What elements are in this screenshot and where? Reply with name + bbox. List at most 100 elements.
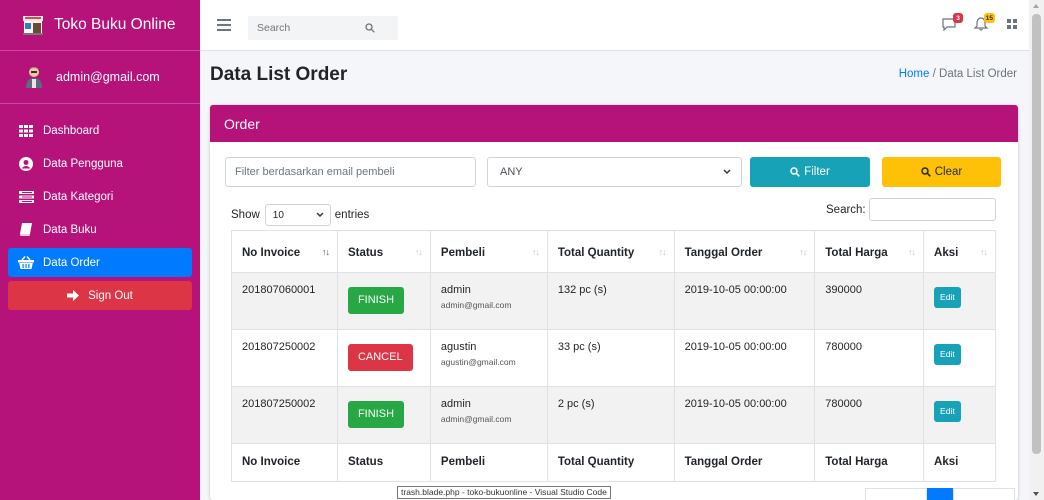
sidebar: Toko Buku Online admin@gmail.com Dashboa… (0, 0, 200, 500)
quantity-cell: 132 pc (s) (546, 272, 675, 330)
entries-select-value: 10 (272, 209, 284, 221)
scroll-down-icon[interactable] (1033, 492, 1039, 496)
buyer-name: agustin (440, 341, 477, 353)
footer-pembeli: Pembeli (429, 443, 548, 482)
total-cell: 390000 (814, 272, 925, 330)
messages-icon[interactable]: 3 (941, 13, 963, 33)
sidebar-item-label: Data Pengguna (43, 157, 123, 170)
pagination-previous[interactable] (865, 488, 927, 500)
table-row: 201807060001 FINISH admin admin@gmail.co… (231, 272, 996, 330)
sort-icon: ↑↓ (658, 247, 667, 257)
table-search-label: Search: (826, 204, 866, 216)
list-icon (18, 190, 34, 204)
breadcrumb-current: Data List Order (939, 68, 1017, 80)
entries-select[interactable]: 10 (264, 204, 331, 226)
column-header-status[interactable]: Status ↑↓ (336, 230, 431, 273)
sidebar-item-label: Data Buku (43, 223, 97, 236)
search-icon[interactable] (358, 16, 382, 40)
column-header-no-invoice[interactable]: No Invoice ↑↓ (231, 230, 338, 273)
status-finish-button[interactable]: FINISH (347, 401, 405, 428)
edit-button[interactable]: Edit (934, 344, 961, 365)
pagination-current-page[interactable] (927, 488, 953, 500)
column-header-aksi[interactable]: Aksi ↑↓ (923, 230, 996, 273)
buyer-email: admin@gmail.com (440, 300, 512, 310)
sidebar-item-data-pengguna[interactable]: Data Pengguna (8, 149, 192, 178)
sign-out-button[interactable]: Sign Out (8, 281, 192, 310)
buyer-cell: admin admin@gmail.com (429, 386, 548, 444)
sidebar-item-dashboard[interactable]: Dashboard (8, 116, 192, 145)
footer-aksi: Aksi (923, 443, 996, 482)
edit-button[interactable]: Edit (934, 401, 961, 422)
book-icon (18, 223, 34, 237)
breadcrumb-home-link[interactable]: Home (899, 68, 930, 80)
pagination-next[interactable] (953, 488, 1015, 500)
user-panel[interactable]: admin@gmail.com (0, 51, 200, 104)
column-header-total-harga[interactable]: Total Harga ↑↓ (814, 230, 925, 273)
status-cancel-button[interactable]: CANCEL (347, 344, 413, 371)
sidebar-item-label: Data Order (43, 256, 100, 269)
table-row: 201807250002 CANCEL agustin agustin@gmai… (231, 329, 996, 387)
navbar-search-input[interactable] (248, 22, 358, 34)
search-icon (921, 167, 931, 177)
th-icon (18, 124, 34, 138)
table-search-input[interactable] (869, 198, 996, 221)
quantity-cell: 2 pc (s) (546, 386, 675, 444)
clear-button[interactable]: Clear (882, 157, 1001, 187)
sort-icon: ↑↓ (980, 247, 988, 257)
date-cell: 2019-10-05 00:00:00 (673, 329, 816, 387)
sign-out-icon (67, 290, 80, 301)
total-cell: 780000 (814, 329, 925, 387)
messages-badge: 3 (953, 13, 963, 23)
sort-icon: ↑↓ (908, 247, 916, 257)
sidebar-item-label: Data Kategori (43, 190, 114, 203)
navbar-icons: 3 15 (927, 13, 1023, 33)
buyer-name: admin (440, 284, 471, 296)
column-header-pembeli[interactable]: Pembeli ↑↓ (429, 230, 548, 273)
chevron-down-icon (316, 210, 324, 221)
clear-button-label: Clear (934, 166, 963, 178)
sort-icon: ↑↓ (414, 247, 423, 257)
top-navbar: 3 15 (200, 0, 1029, 51)
store-logo-icon (22, 14, 44, 36)
shopping-basket-icon (18, 256, 34, 270)
sidebar-item-data-buku[interactable]: Data Buku (8, 215, 192, 244)
date-cell: 2019-10-05 00:00:00 (673, 272, 816, 330)
chevron-down-icon (723, 166, 731, 178)
status-select[interactable]: ANY (487, 157, 742, 187)
brand-title: Toko Buku Online (54, 16, 176, 33)
page-scrollbar[interactable] (1029, 0, 1044, 500)
sidebar-item-data-order[interactable]: Data Order (8, 248, 192, 277)
notifications-icon[interactable]: 15 (973, 13, 995, 33)
buyer-cell: agustin agustin@gmail.com (429, 329, 548, 387)
buyer-cell: admin admin@gmail.com (429, 272, 548, 330)
buyer-email: admin@gmail.com (440, 414, 512, 424)
navbar-search (248, 16, 398, 40)
table-row: 201807250002 FINISH admin admin@gmail.co… (231, 386, 996, 444)
scroll-up-icon[interactable] (1033, 4, 1039, 8)
breadcrumb: Home / Data List Order (899, 68, 1017, 80)
column-header-tanggal-order[interactable]: Tanggal Order ↑↓ (673, 230, 816, 273)
avatar-icon (24, 66, 44, 88)
sidebar-item-data-kategori[interactable]: Data Kategori (8, 182, 192, 211)
footer-tanggal-order: Tanggal Order (673, 443, 816, 482)
edit-button[interactable]: Edit (934, 287, 961, 308)
apps-grid-icon[interactable] (1005, 17, 1023, 33)
entries-label: entries (334, 209, 370, 221)
footer-total-harga: Total Harga (814, 443, 925, 482)
footer-status: Status (336, 443, 431, 482)
sort-asc-icon: ↑↓ (321, 247, 330, 257)
buyer-name: admin (440, 398, 471, 410)
sort-icon: ↑↓ (531, 247, 540, 257)
column-header-total-quantity[interactable]: Total Quantity ↑↓ (546, 230, 675, 273)
footer-no-invoice: No Invoice (231, 443, 338, 482)
scroll-thumb[interactable] (1032, 14, 1041, 454)
filter-button[interactable]: Filter (750, 157, 870, 187)
brand[interactable]: Toko Buku Online (0, 0, 200, 51)
show-label: Show (231, 209, 260, 221)
invoice-cell: 201807250002 (231, 386, 338, 444)
menu-toggle-icon[interactable] (217, 19, 231, 31)
status-finish-button[interactable]: FINISH (347, 287, 405, 314)
email-filter-input[interactable] (225, 157, 476, 187)
action-cell: Edit (923, 329, 996, 387)
user-email: admin@gmail.com (56, 70, 160, 84)
